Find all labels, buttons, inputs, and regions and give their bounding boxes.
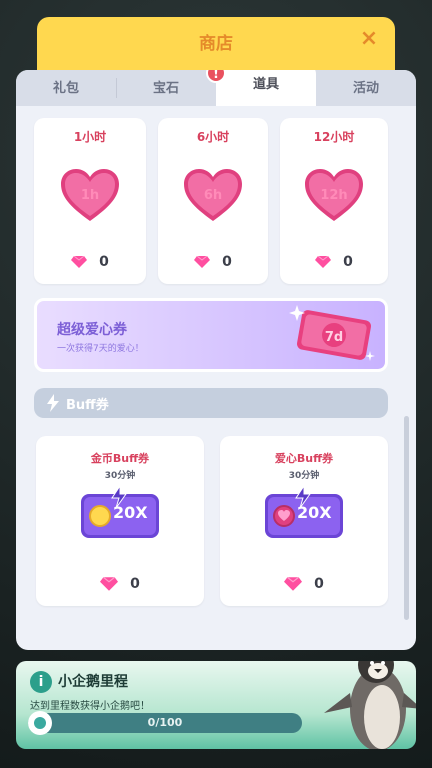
gem-icon	[100, 577, 119, 591]
price-row: 0	[158, 254, 268, 270]
heart-item-card[interactable]: 12小时 12h 0	[280, 118, 388, 284]
shop-title: 商店	[199, 34, 233, 54]
gem-icon	[315, 256, 332, 268]
buff-duration: 30分钟	[288, 471, 320, 481]
item-title: 6小时	[196, 130, 230, 144]
price-value: 0	[222, 254, 232, 270]
price-row: 0	[34, 254, 146, 270]
heart-item-card[interactable]: 1小时 1h 0	[34, 118, 146, 284]
milestone-subtitle: 达到里程数获得小企鹅吧！	[30, 701, 150, 712]
heart-duration-label: 1h	[80, 188, 100, 203]
price-row: 0	[36, 576, 204, 592]
tab-events[interactable]: 活动	[316, 72, 416, 106]
heart-duration-label: 6h	[203, 188, 223, 203]
buff-title: 爱心Buff券	[274, 452, 334, 465]
heart-item-card[interactable]: 6小时 6h 0	[158, 118, 268, 284]
tab-bar: 礼包 宝石 道具 活动 !	[16, 70, 416, 106]
close-button[interactable]: ×	[355, 25, 383, 53]
info-icon[interactable]: i	[30, 671, 52, 693]
price-row: 0	[220, 576, 388, 592]
heart-buff-ticket-icon: 20X	[263, 484, 345, 542]
ticket-label: 7d	[325, 330, 343, 345]
milestone-progress-text: 0/100	[147, 716, 183, 729]
milestone-progress-bar: 0/100	[28, 713, 302, 733]
tab-gift-pack[interactable]: 礼包	[16, 72, 116, 106]
heart-icon: 1h	[57, 166, 123, 224]
heart-icon: 12h	[301, 166, 367, 224]
shop-panel: 礼包 宝石 道具 活动 ! 1小时 1h 0 6小时 6h 0 12小时 12h…	[16, 70, 416, 650]
price-row: 0	[280, 254, 388, 270]
lightning-icon	[47, 394, 59, 412]
buff-section-header: Buff券	[34, 388, 388, 418]
milestone-title: 小企鹅里程	[58, 674, 128, 690]
scrollbar[interactable]	[404, 416, 409, 620]
tab-items[interactable]: 道具	[216, 70, 316, 106]
price-value: 0	[130, 576, 140, 592]
buff-item-card[interactable]: 爱心Buff券 30分钟 20X 0	[220, 436, 388, 606]
super-ticket-title: 超级爱心券	[57, 322, 127, 338]
super-heart-ticket-banner[interactable]: 超级爱心券 一次获得7天的爱心！ 7d	[34, 298, 388, 372]
heart-icon: 6h	[180, 166, 246, 224]
penguin-badge-icon	[28, 711, 52, 735]
coin-buff-ticket-icon: 20X	[79, 484, 161, 542]
gem-icon	[284, 577, 303, 591]
penguin-milestone-panel[interactable]: i 小企鹅里程 达到里程数获得小企鹅吧！ 0/100	[16, 661, 416, 749]
price-value: 0	[99, 254, 109, 270]
item-title: 12小时	[313, 130, 355, 144]
gem-icon	[194, 256, 211, 268]
buff-section-title: Buff券	[66, 398, 109, 413]
buff-title: 金币Buff券	[90, 452, 150, 465]
buff-multiplier: 20X	[297, 503, 332, 522]
heart-duration-label: 12h	[320, 188, 348, 203]
buff-multiplier: 20X	[113, 503, 148, 522]
gem-icon	[71, 256, 88, 268]
item-title: 1小时	[73, 130, 107, 144]
super-ticket-subtitle: 一次获得7天的爱心！	[57, 344, 144, 354]
ticket-icon: 7d	[289, 305, 375, 361]
price-value: 0	[343, 254, 353, 270]
buff-duration: 30分钟	[104, 471, 136, 481]
penguin-icon	[324, 661, 416, 749]
buff-item-card[interactable]: 金币Buff券 30分钟 20X 0	[36, 436, 204, 606]
price-value: 0	[314, 576, 324, 592]
tab-gems[interactable]: 宝石	[116, 72, 216, 106]
